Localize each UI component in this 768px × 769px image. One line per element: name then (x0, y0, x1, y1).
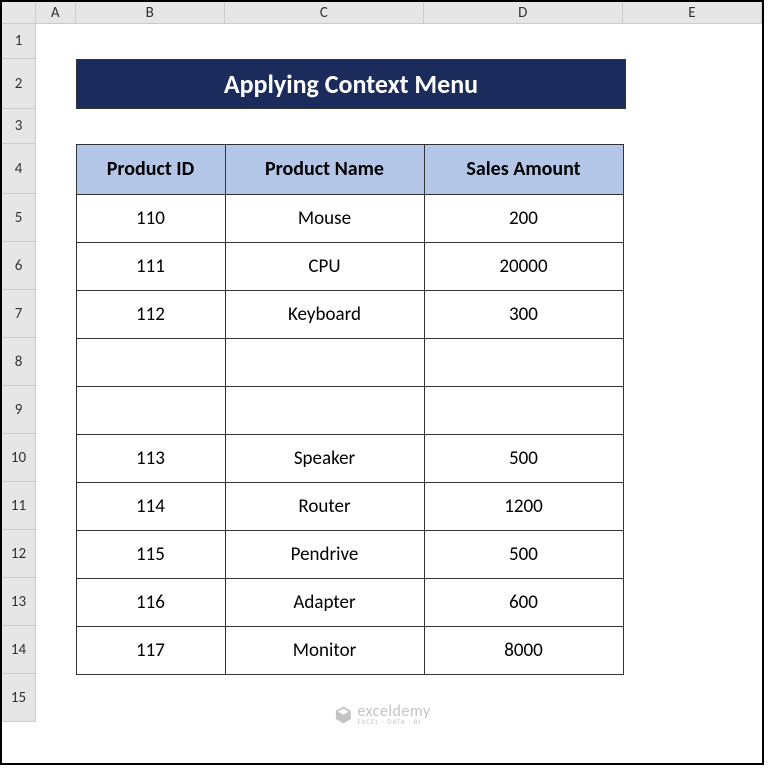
table-row-empty (76, 386, 626, 434)
watermark-icon (333, 705, 353, 725)
row-header-2[interactable]: 2 (2, 59, 36, 109)
cell-id[interactable]: 114 (76, 482, 226, 531)
cell-name[interactable]: Monitor (225, 626, 425, 675)
cell-id[interactable]: 110 (76, 194, 226, 243)
col-header-d[interactable]: D (424, 2, 623, 23)
cell-name[interactable]: Pendrive (225, 530, 425, 579)
col-header-b[interactable]: B (76, 2, 225, 23)
row-header-14[interactable]: 14 (2, 626, 36, 674)
row-header-5[interactable]: 5 (2, 194, 36, 242)
cell-id[interactable]: 116 (76, 578, 226, 627)
cell-amount[interactable]: 600 (424, 578, 624, 627)
row-header-7[interactable]: 7 (2, 290, 36, 338)
table-row: 112 Keyboard 300 (76, 290, 626, 338)
row-header-11[interactable]: 11 (2, 482, 36, 530)
col-header-c[interactable]: C (225, 2, 424, 23)
cell-id[interactable]: 112 (76, 290, 226, 339)
watermark: exceldemy EXCEL · DATA · BI (333, 704, 430, 725)
header-product-id[interactable]: Product ID (76, 144, 226, 195)
cell-empty[interactable] (225, 386, 425, 435)
row-header-12[interactable]: 12 (2, 530, 36, 578)
cell-grid[interactable]: Applying Context Menu Product ID Product… (36, 24, 762, 722)
row-header-4[interactable]: 4 (2, 144, 36, 194)
cell-name[interactable]: Adapter (225, 578, 425, 627)
cell-amount[interactable]: 500 (424, 530, 624, 579)
cell-empty[interactable] (76, 338, 226, 387)
row-header-1[interactable]: 1 (2, 24, 36, 59)
row-headers-col: 1 2 3 4 5 6 7 8 9 10 11 12 13 14 15 (2, 24, 36, 722)
cell-id[interactable]: 111 (76, 242, 226, 291)
spreadsheet-frame: A B C D E 1 2 3 4 5 6 7 8 9 10 11 12 13 … (0, 0, 764, 765)
row-header-6[interactable]: 6 (2, 242, 36, 290)
table-row: 117 Monitor 8000 (76, 626, 626, 674)
cell-name[interactable]: Mouse (225, 194, 425, 243)
cell-name[interactable]: Speaker (225, 434, 425, 483)
cell-empty[interactable] (225, 338, 425, 387)
cell-id[interactable]: 113 (76, 434, 226, 483)
row-header-15[interactable]: 15 (2, 674, 36, 722)
cell-id[interactable]: 115 (76, 530, 226, 579)
row-header-8[interactable]: 8 (2, 338, 36, 386)
row-header-9[interactable]: 9 (2, 386, 36, 434)
cell-empty[interactable] (424, 338, 624, 387)
header-product-name[interactable]: Product Name (225, 144, 425, 195)
select-all-corner[interactable] (2, 2, 36, 23)
cell-amount[interactable]: 300 (424, 290, 624, 339)
table-row: 113 Speaker 500 (76, 434, 626, 482)
data-table: Product ID Product Name Sales Amount 110… (76, 144, 626, 674)
cell-amount[interactable]: 500 (424, 434, 624, 483)
table-row: 115 Pendrive 500 (76, 530, 626, 578)
cell-amount[interactable]: 200 (424, 194, 624, 243)
column-headers-row: A B C D E (2, 2, 762, 24)
cell-amount[interactable]: 1200 (424, 482, 624, 531)
row-header-13[interactable]: 13 (2, 578, 36, 626)
header-sales-amount[interactable]: Sales Amount (424, 144, 624, 195)
watermark-subtext: EXCEL · DATA · BI (357, 718, 421, 725)
col-header-e[interactable]: E (623, 2, 762, 23)
row-header-3[interactable]: 3 (2, 109, 36, 144)
title-banner[interactable]: Applying Context Menu (76, 59, 626, 109)
cell-amount[interactable]: 8000 (424, 626, 624, 675)
cell-name[interactable]: Keyboard (225, 290, 425, 339)
table-row-empty (76, 338, 626, 386)
cell-id[interactable]: 117 (76, 626, 226, 675)
table-row: 111 CPU 20000 (76, 242, 626, 290)
table-row: 114 Router 1200 (76, 482, 626, 530)
cell-empty[interactable] (76, 386, 226, 435)
col-header-a[interactable]: A (36, 2, 76, 23)
cell-empty[interactable] (424, 386, 624, 435)
cell-name[interactable]: Router (225, 482, 425, 531)
table-row: 110 Mouse 200 (76, 194, 626, 242)
table-header-row: Product ID Product Name Sales Amount (76, 144, 626, 194)
table-row: 116 Adapter 600 (76, 578, 626, 626)
cell-name[interactable]: CPU (225, 242, 425, 291)
cell-amount[interactable]: 20000 (424, 242, 624, 291)
row-header-10[interactable]: 10 (2, 434, 36, 482)
